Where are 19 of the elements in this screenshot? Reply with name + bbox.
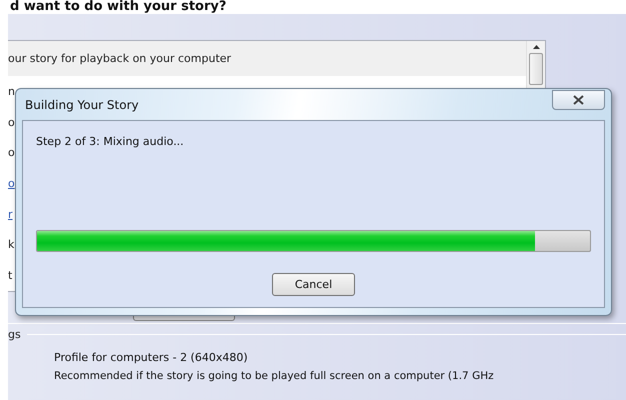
close-button[interactable] [552,90,605,110]
link-fragment[interactable]: r [8,198,13,230]
cancel-button[interactable]: Cancel [272,273,355,296]
page-heading: d want to do with your story? [8,0,626,14]
link-fragment[interactable]: o [8,168,15,199]
close-icon [573,94,584,104]
dialog-title: Building Your Story [24,98,139,112]
text-fragment: o [8,145,15,162]
section-heading: gs [8,328,21,341]
status-text: Step 2 of 3: Mixing audio... [36,135,185,148]
text-fragment: k [8,237,14,254]
profile-name: Profile for computers - 2 (640x480) [54,351,249,364]
profile-description: Recommended if the story is going to be played full screen on a computer (1.7 GHz [54,370,495,382]
scroll-up-icon[interactable] [532,45,540,49]
scroll-thumb[interactable] [529,53,543,85]
list-item[interactable]: our story for playback on your computer [8,41,526,76]
text-fragment: n [8,84,15,100]
text-fragment: o [8,114,15,131]
text-fragment: t [8,268,12,284]
